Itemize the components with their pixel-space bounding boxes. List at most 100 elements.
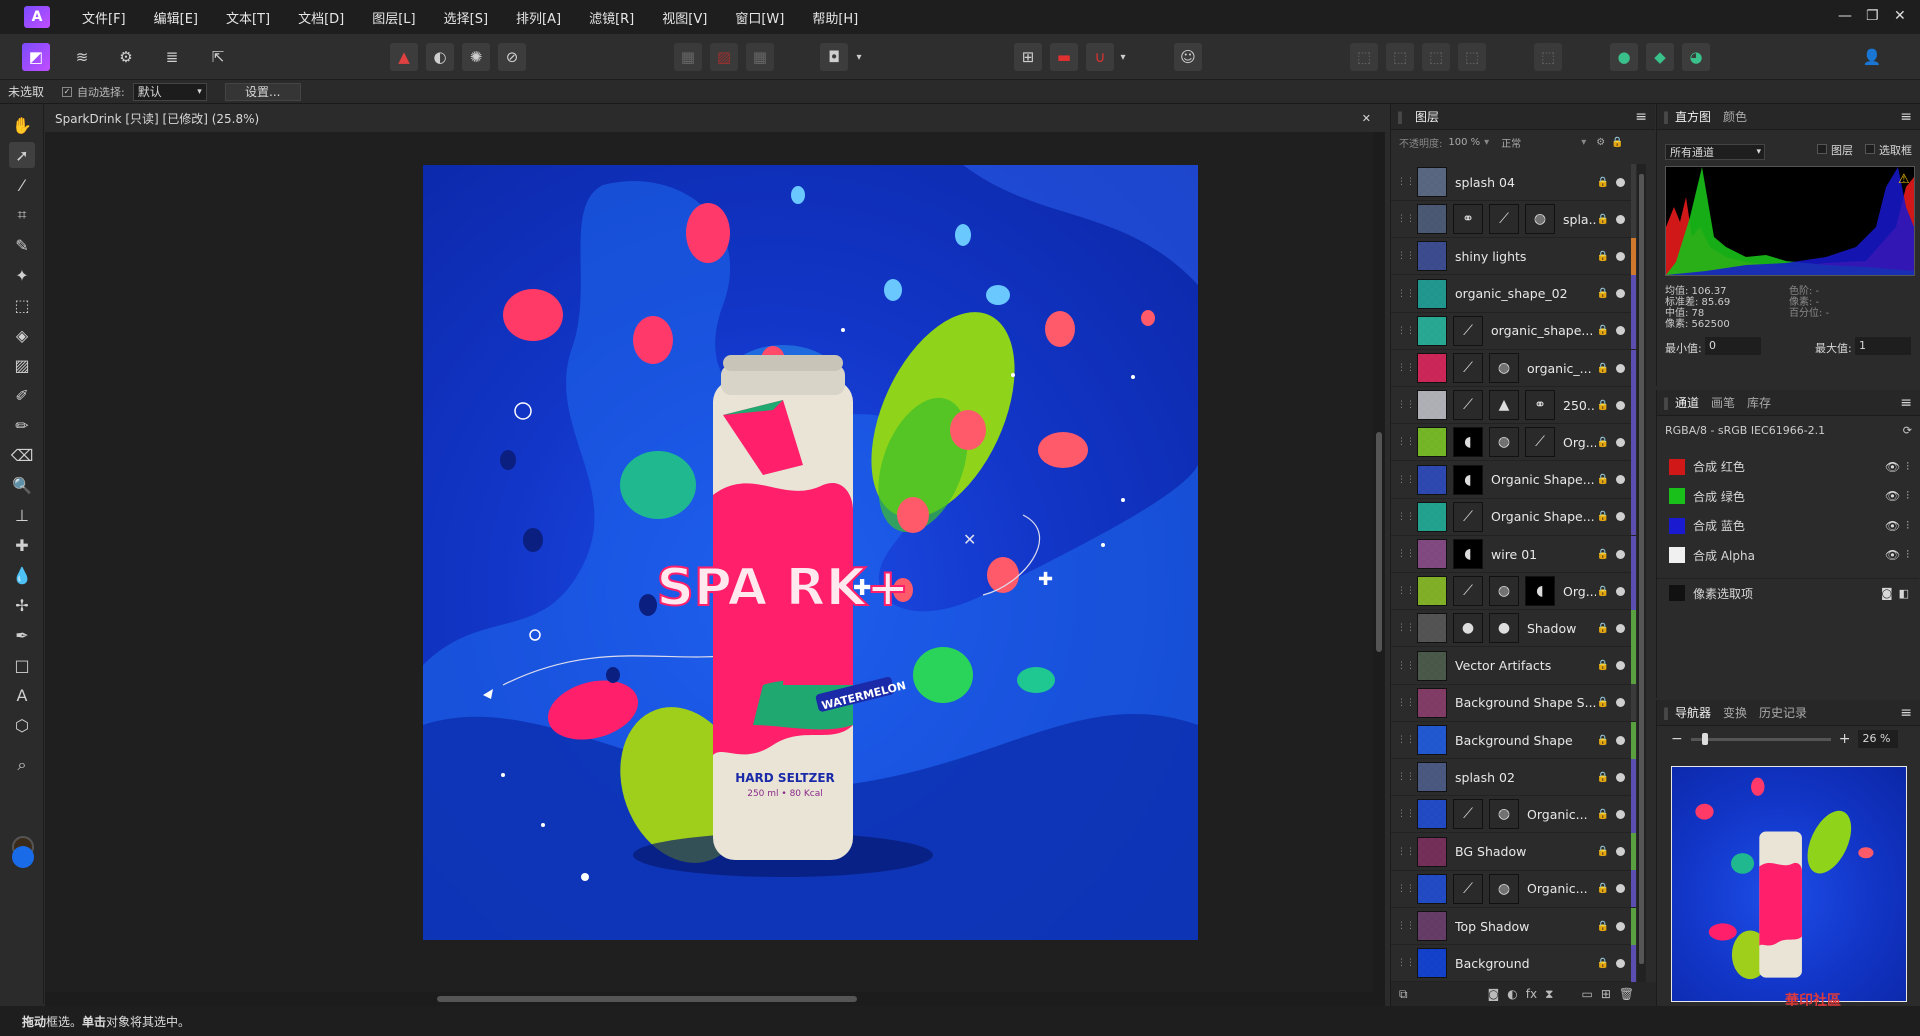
layer-row[interactable]: ⋮⋮ Vector Artifacts 🔒 [1391,647,1636,685]
tab-brushes[interactable]: 画笔 [1705,394,1741,411]
drag-handle-icon[interactable]: ⋮⋮ [1397,586,1415,596]
tab-color[interactable]: 颜色 [1717,108,1753,125]
layer-lock-icon[interactable]: 🔒 [1596,214,1610,225]
document-tab[interactable]: SparkDrink [只读] [已修改] (25.8%) ✕ [45,104,1385,132]
arrange-4-icon[interactable]: ⬚ [1458,43,1486,71]
close-icon[interactable]: ✕ [1894,8,1906,24]
layer-visibility-icon[interactable] [1616,363,1625,373]
drag-handle-icon[interactable]: ⋮⋮ [1397,549,1415,559]
quick-mask-icon[interactable]: ◘ [820,43,848,71]
layer-lock-icon[interactable]: 🔒 [1596,660,1610,671]
channel-row[interactable]: 合成 蓝色 👁 ⫶ [1657,511,1919,540]
layer-visibility-icon[interactable] [1616,289,1625,299]
settings-button[interactable]: 设置... [224,82,301,101]
layer-visibility-icon[interactable] [1616,735,1625,745]
drag-handle-icon[interactable]: ⋮⋮ [1397,400,1415,410]
horizontal-scrollbar[interactable] [45,992,1373,1006]
layer-lock-icon[interactable]: 🔒 [1596,549,1610,560]
drag-handle-icon[interactable]: ⋮⋮ [1397,809,1415,819]
layer-thumbnail[interactable] [1417,501,1447,532]
studio-link-2-icon[interactable]: ◆ [1646,43,1674,71]
artwork-canvas[interactable]: ✚ ✚ ✕ SPA RK+ WATERMELON HARD SELTZER 25… [423,165,1198,940]
layer-row[interactable]: ⋮⋮ ⟋ organic_shape... 🔒 [1391,312,1636,350]
drag-handle-icon[interactable]: ⋮⋮ [1397,475,1415,485]
layer-row[interactable]: ⋮⋮ ⟋ ▲ ⚭ 250... 🔒 [1391,386,1636,425]
drag-handle-icon[interactable]: ⋮⋮ [1397,363,1415,373]
drag-handle-icon[interactable]: ⋮⋮ [1397,623,1415,633]
drag-handle-icon[interactable]: ⋮⋮ [1397,251,1415,261]
min-field[interactable]: 0 [1705,337,1761,355]
layer-thumbnail[interactable] [1417,948,1447,979]
panel-menu-icon[interactable]: ≡ [1900,109,1912,125]
mask-icon[interactable]: ◖ [1453,464,1483,495]
layer-thumbnail[interactable] [1417,650,1447,681]
curve-icon[interactable]: ⟋ [1453,576,1483,607]
hand-tool-icon[interactable]: ✋ [9,112,35,138]
layer-thumbnail[interactable] [1417,613,1447,644]
layer-visibility-icon[interactable] [1616,400,1625,410]
drag-handle-icon[interactable]: ⋮⋮ [1397,214,1415,224]
layer-visibility-icon[interactable] [1616,921,1625,931]
white-balance-icon[interactable]: ⊘ [498,43,526,71]
layer-row[interactable]: ⋮⋮ Background Shape 🔒 [1391,721,1636,759]
color-wheel-icon[interactable]: ✺ [462,43,490,71]
layer-lock-icon[interactable]: 🔒 [1596,883,1610,894]
layer-row[interactable]: ⋮⋮ ⟋ ◍ ◖ Org... 🔒 [1391,572,1636,611]
close-document-icon[interactable]: ✕ [1362,112,1371,125]
levels-icon[interactable]: ▲ [390,43,418,71]
layer-thumbnail[interactable] [1417,464,1447,495]
layer-row[interactable]: ⋮⋮ ⟋ Organic Shape... 🔒 [1391,498,1636,536]
assistant-icon[interactable]: ☺ [1174,43,1202,71]
color-picker-tool-icon[interactable]: ⁄ [9,172,35,198]
menu-item-7[interactable]: 滤镜[R] [575,8,648,27]
layer-thumbnail[interactable] [1417,204,1447,235]
layer-thumbnail[interactable] [1417,167,1447,197]
selection-mode-2-icon[interactable]: ▨ [710,43,738,71]
mask-layer-icon[interactable]: ◙ [1488,987,1500,1001]
layer-row[interactable]: ⋮⋮ ◖ wire 01 🔒 [1391,535,1636,573]
layer-visibility-icon[interactable] [1616,512,1625,522]
eye-icon[interactable]: 👁 [1885,460,1900,474]
layer-lock-icon[interactable]: 🔒 [1596,958,1610,969]
drag-handle-icon[interactable]: ⋮⋮ [1397,735,1415,745]
lock-icon[interactable]: 🔒 [1611,137,1623,148]
studio-link-3-icon[interactable]: ◕ [1682,43,1710,71]
invert-icon[interactable]: ◧ [1899,587,1909,600]
layer-thumbnail[interactable] [1417,911,1447,941]
eye-icon[interactable]: 👁 [1885,489,1900,503]
zoom-in-icon[interactable]: + [1839,731,1851,747]
adjustment-icon[interactable]: ◐ [1507,987,1517,1001]
tab-transform[interactable]: 变换 [1717,704,1753,721]
layer-thumbnail[interactable] [1417,241,1447,272]
channel-row[interactable]: 像素选取项 ◙ ◧ [1657,578,1919,607]
stripes-icon[interactable]: ◍ [1489,576,1519,607]
layer-thumbnail[interactable] [1417,315,1447,346]
drag-handle-icon[interactable]: ⋮⋮ [1397,921,1415,931]
export-persona-icon[interactable]: ⇱ [204,43,232,71]
layer-row[interactable]: ⋮⋮ ⟋ ◍ Organic... 🔒 [1391,795,1636,834]
add-layer-icon[interactable]: ⊞ [1601,987,1611,1001]
pen-tool-icon[interactable]: ✒ [9,622,35,648]
gear-icon[interactable]: ⚙ [1596,137,1605,148]
photo-persona-icon[interactable]: ◩ [22,43,50,71]
layer-row[interactable]: ⋮⋮ ⟋ ◍ organic_... 🔒 [1391,349,1636,387]
account-icon[interactable]: 👤 [1858,43,1886,71]
layer-visibility-icon[interactable] [1616,549,1625,559]
marquee-checkbox[interactable] [1865,144,1875,154]
panel-menu-icon[interactable]: ≡ [1635,109,1647,125]
drag-handle-icon[interactable]: ⋮⋮ [1397,772,1415,782]
drag-handle-icon[interactable]: ⋮⋮ [1397,326,1415,336]
layer-row[interactable]: ⋮⋮ shiny lights 🔒 [1391,237,1636,276]
menu-item-8[interactable]: 视图[V] [648,8,721,27]
crop-tool-icon[interactable]: ⌗ [9,202,35,228]
snapping-icon[interactable]: ▬ [1050,43,1078,71]
fx-icon[interactable]: fx [1526,987,1537,1001]
selection-mode-1-icon[interactable]: ▦ [674,43,702,71]
layer-lock-icon[interactable]: 🔒 [1596,177,1610,188]
layers-scrollbar[interactable] [1637,164,1646,984]
auto-select-dropdown[interactable]: 默认 ▾ [132,82,207,101]
layer-visibility-icon[interactable] [1616,251,1625,261]
layer-visibility-icon[interactable] [1616,958,1625,968]
layer-lock-icon[interactable]: 🔒 [1596,400,1610,411]
drag-handle-icon[interactable]: ⋮⋮ [1397,847,1415,857]
